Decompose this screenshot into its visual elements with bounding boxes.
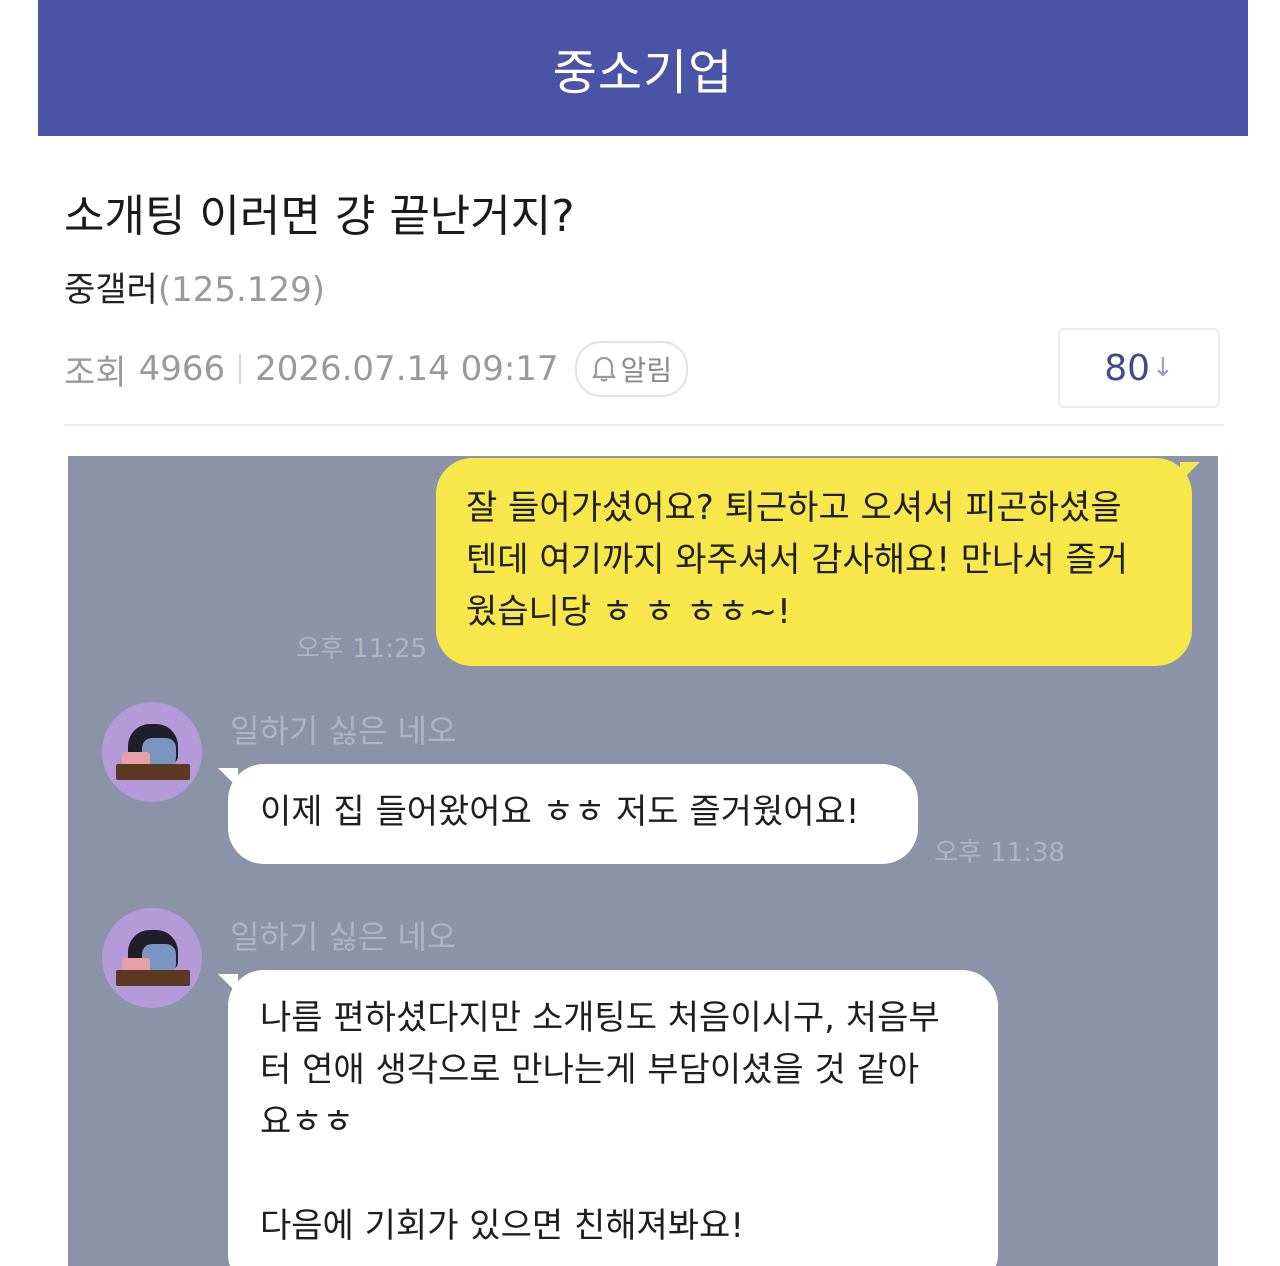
neo-avatar-icon[interactable] bbox=[102, 908, 202, 1008]
message-line: 요ㅎㅎ bbox=[260, 1102, 354, 1142]
sender-name: 일하기 싫은 네오 bbox=[230, 712, 457, 750]
message-time: 오후 11:38 bbox=[934, 838, 1066, 868]
views-label: 조회 bbox=[64, 352, 127, 393]
message-line: 웠습니당 ㅎ ㅎ ㅎㅎ~! bbox=[466, 592, 791, 632]
message-line: 텐데 여기까지 와주셔서 감사해요! 만나서 즐거 bbox=[466, 540, 1128, 580]
post-title: 소개팅 이러면 걍 끝난거지? bbox=[64, 191, 575, 242]
bubble-tail bbox=[218, 768, 238, 788]
message-line-blank bbox=[260, 1148, 966, 1200]
message-line: 잘 들어가셨어요? 퇴근하고 오셔서 피곤하셨을 bbox=[466, 488, 1122, 528]
post-author: 중갤러(125.129) bbox=[64, 262, 325, 311]
bubble-tail bbox=[218, 974, 238, 994]
author-name[interactable]: 중갤러 bbox=[64, 270, 158, 310]
their-message-bubble: 이제 집 들어왔어요 ㅎㅎ 저도 즐거웠어요! bbox=[228, 764, 918, 864]
board-header: 중소기업 bbox=[38, 0, 1248, 136]
chat-screenshot: 잘 들어가셨어요? 퇴근하고 오셔서 피곤하셨을 텐데 여기까지 와주셔서 감사… bbox=[68, 456, 1218, 1266]
message-line: 이제 집 들어왔어요 ㅎㅎ 저도 즐거웠어요! bbox=[260, 792, 860, 832]
message-time: 오후 11:25 bbox=[296, 634, 428, 664]
sender-name: 일하기 싫은 네오 bbox=[230, 918, 457, 956]
post-datetime: 2026.07.14 09:17 bbox=[255, 349, 559, 389]
divider bbox=[64, 424, 1224, 426]
alarm-button[interactable]: 알림 bbox=[574, 341, 689, 397]
message-line: 다음에 기회가 있으면 친해져봐요! bbox=[260, 1206, 744, 1246]
post-meta: 조회 4966 2026.07.14 09:17 알림 bbox=[64, 341, 689, 397]
author-ip: (125.129) bbox=[157, 270, 325, 310]
comment-jump-button[interactable]: 80 ↓ bbox=[1058, 328, 1220, 408]
meta-divider bbox=[239, 354, 242, 384]
their-message-bubble: 나름 편하셨다지만 소개팅도 처음이시구, 처음부 터 연애 생각으로 만나는게… bbox=[228, 970, 998, 1266]
board-title[interactable]: 중소기업 bbox=[553, 33, 734, 103]
my-message-bubble: 잘 들어가셨어요? 퇴근하고 오셔서 피곤하셨을 텐데 여기까지 와주셔서 감사… bbox=[436, 458, 1192, 666]
message-line: 나름 편하셨다지만 소개팅도 처음이시구, 처음부 bbox=[260, 998, 940, 1038]
bubble-tail bbox=[1180, 462, 1200, 482]
bell-icon bbox=[591, 356, 616, 382]
message-line: 터 연애 생각으로 만나는게 부담이셨을 것 같아 bbox=[260, 1050, 920, 1090]
neo-avatar-icon[interactable] bbox=[102, 702, 202, 802]
comment-count: 80 bbox=[1104, 347, 1150, 389]
arrow-down-icon: ↓ bbox=[1152, 353, 1174, 383]
alarm-label: 알림 bbox=[620, 354, 673, 387]
views-count: 4966 bbox=[138, 349, 226, 389]
